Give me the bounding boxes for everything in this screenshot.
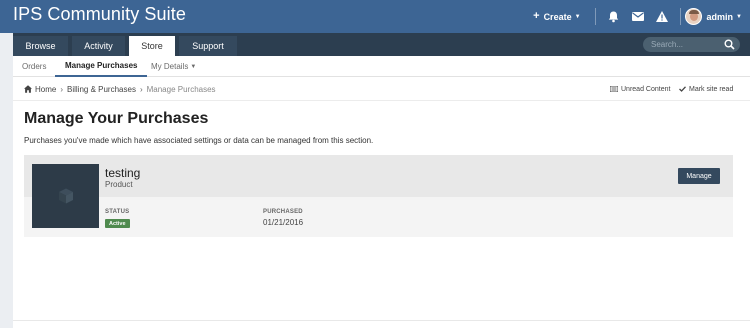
tab-browse[interactable]: Browse xyxy=(13,36,68,56)
search-icon[interactable] xyxy=(724,39,735,50)
plus-icon: + xyxy=(533,10,540,22)
footer-divider xyxy=(13,320,750,321)
warning-icon[interactable] xyxy=(652,7,672,27)
user-bar: + Create ▼ admin ▼ xyxy=(533,0,750,33)
caret-down-icon: ▼ xyxy=(736,13,742,20)
subnav-manage-purchases-label: Manage Purchases xyxy=(65,61,138,70)
breadcrumb-billing[interactable]: Billing & Purchases xyxy=(67,85,136,94)
content-panel: Orders Manage Purchases My Details ▼ Hom… xyxy=(13,56,750,328)
unread-content-label: Unread Content xyxy=(621,85,671,93)
subnav-orders[interactable]: Orders xyxy=(22,56,46,77)
avatar-hair xyxy=(688,10,699,14)
purchased-date: 01/21/2016 xyxy=(263,218,304,227)
search-box xyxy=(643,37,740,52)
breadcrumb-home[interactable]: Home xyxy=(35,85,56,94)
status-label: STATUS xyxy=(105,209,130,215)
subnav-my-details[interactable]: My Details ▼ xyxy=(151,56,196,77)
product-thumbnail[interactable] xyxy=(32,164,99,228)
site-header: IPS Community Suite + Create ▼ admin ▼ xyxy=(0,0,750,33)
store-subnav: Orders Manage Purchases My Details ▼ xyxy=(13,56,750,77)
tab-support[interactable]: Support xyxy=(179,36,237,56)
header-divider xyxy=(594,8,596,25)
purchased-label: PURCHASED xyxy=(263,209,303,215)
purchase-type: Product xyxy=(105,180,133,189)
user-name: admin xyxy=(706,11,734,22)
create-label: Create xyxy=(543,11,572,22)
breadcrumb-current: Manage Purchases xyxy=(146,84,216,94)
main-navigation: Browse Activity Store Support xyxy=(13,33,750,56)
home-icon xyxy=(24,85,32,93)
status-badge: Active xyxy=(105,219,130,228)
header-divider xyxy=(679,8,681,25)
breadcrumb-trail: Home › Billing & Purchases › Manage Purc… xyxy=(24,77,216,101)
user-menu[interactable]: admin ▼ xyxy=(707,12,742,22)
tab-activity[interactable]: Activity xyxy=(72,36,125,56)
create-menu-button[interactable]: + Create ▼ xyxy=(533,11,580,22)
manage-button[interactable]: Manage xyxy=(678,168,720,184)
search-input[interactable] xyxy=(643,40,719,49)
site-title[interactable]: IPS Community Suite xyxy=(13,4,186,25)
page-description: Purchases you've made which have associa… xyxy=(24,136,374,145)
avatar[interactable] xyxy=(684,8,702,25)
chevron-right-icon: › xyxy=(60,84,64,94)
bell-icon[interactable] xyxy=(604,7,624,27)
subnav-my-details-label: My Details xyxy=(151,62,189,71)
newspaper-icon xyxy=(610,86,618,92)
tab-store[interactable]: Store xyxy=(129,36,175,56)
unread-content-link[interactable]: Unread Content xyxy=(610,77,670,101)
mark-site-read-link[interactable]: Mark site read xyxy=(679,77,733,101)
purchase-name[interactable]: testing xyxy=(105,166,140,180)
check-icon xyxy=(679,86,686,92)
envelope-icon[interactable] xyxy=(628,7,648,27)
subnav-orders-label: Orders xyxy=(22,62,47,71)
mark-site-read-label: Mark site read xyxy=(689,85,734,93)
caret-down-icon: ▼ xyxy=(574,13,581,20)
chevron-right-icon: › xyxy=(139,84,143,94)
cube-icon xyxy=(58,188,73,204)
breadcrumb: Home › Billing & Purchases › Manage Purc… xyxy=(13,77,750,101)
purchase-card: testing Product Manage STATUS Active PUR… xyxy=(24,155,733,237)
caret-down-icon: ▼ xyxy=(190,63,197,70)
nav-tabs: Browse Activity Store Support xyxy=(13,36,241,56)
subnav-manage-purchases[interactable]: Manage Purchases xyxy=(55,56,148,77)
page-title: Manage Your Purchases xyxy=(24,110,209,127)
